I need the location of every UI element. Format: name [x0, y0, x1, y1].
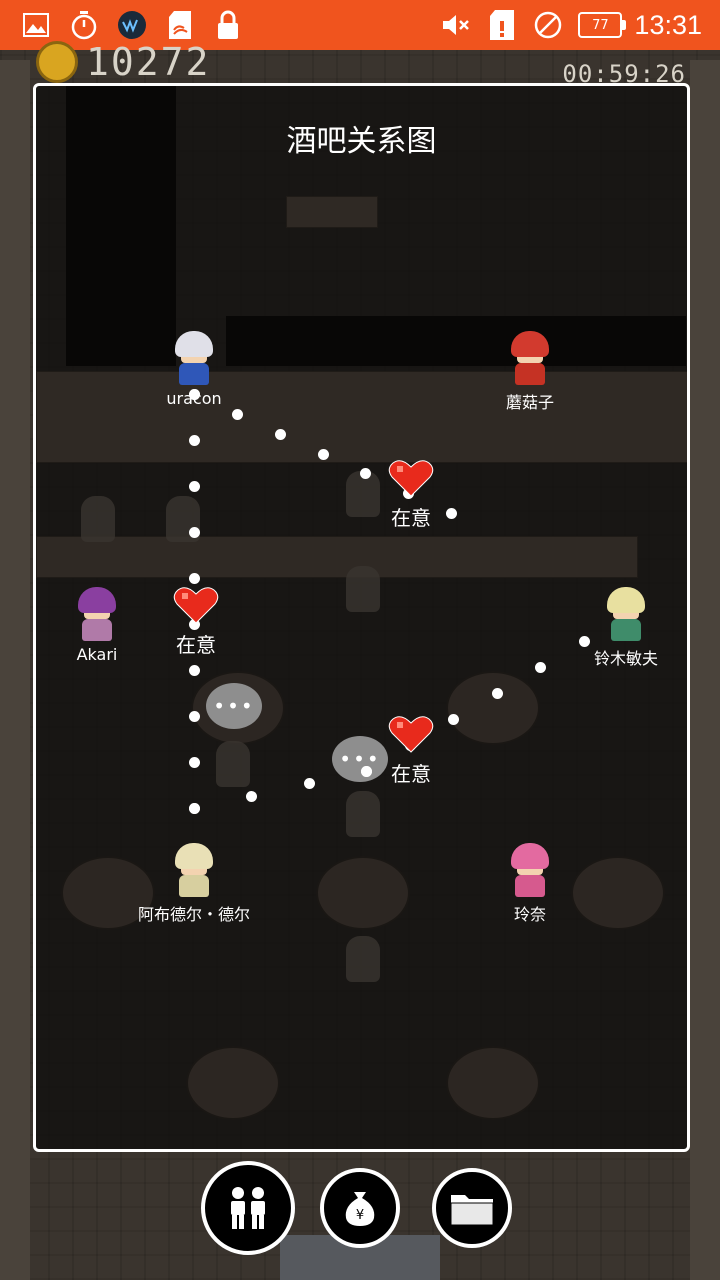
character-abdul[interactable]: 阿布德尔・德尔	[124, 843, 264, 925]
timer-icon	[68, 9, 100, 41]
relation-dot	[274, 428, 286, 440]
no-signal-icon	[532, 9, 564, 41]
character-akari[interactable]: Akari	[36, 587, 167, 664]
svg-text:¥: ¥	[356, 1208, 364, 1223]
npc-figure	[346, 566, 380, 612]
character-name: 铃木敏夫	[593, 649, 658, 668]
character-uracon[interactable]: uracon	[124, 331, 264, 408]
relation-dot	[189, 803, 200, 814]
mute-icon	[440, 9, 472, 41]
character-mogu[interactable]: 蘑菇子	[460, 331, 600, 413]
character-name: uracon	[166, 389, 222, 408]
relation-label: 在意	[391, 506, 431, 530]
right-wall	[690, 60, 720, 1280]
sim-alert-icon	[486, 9, 518, 41]
round-table	[186, 1046, 280, 1120]
money-bag-icon: ¥	[345, 1192, 375, 1226]
relation-dot	[231, 408, 243, 420]
character-sprite	[507, 331, 553, 387]
relation-dot	[189, 711, 200, 722]
heart-icon	[388, 460, 434, 497]
gold-value: 10272	[86, 40, 211, 84]
character-name: Akari	[76, 645, 118, 664]
battery-icon: 77	[578, 12, 627, 38]
battery-level: 77	[592, 17, 609, 33]
character-sprite	[171, 843, 217, 899]
clock: 13:31	[634, 9, 702, 40]
bar-counter	[36, 536, 638, 578]
lock-icon	[212, 9, 244, 41]
character-suzuki[interactable]: 铃木敏夫	[556, 587, 687, 669]
left-wall	[0, 60, 30, 1280]
relationship-panel: ••• ••• 酒吧关系图 在意 在意 在意 uracon 蘑菇子 Akari …	[33, 83, 690, 1152]
relation-dot	[189, 665, 200, 676]
coin-icon	[36, 41, 78, 83]
character-name: 阿布德尔・德尔	[137, 905, 250, 924]
relation-dot	[491, 688, 503, 699]
relation-dot	[189, 757, 200, 768]
round-table	[446, 671, 540, 745]
relation-dot	[189, 527, 200, 538]
relation-label: 在意	[391, 762, 431, 786]
gold-counter: 10272	[36, 40, 210, 84]
relation-label: 在意	[176, 633, 216, 657]
relation-dot	[535, 662, 547, 673]
relationship-button[interactable]	[201, 1161, 295, 1255]
money-bag-button[interactable]: ¥	[320, 1168, 400, 1248]
character-sprite	[74, 587, 120, 643]
relation-dot	[317, 448, 329, 460]
relation-heart: 在意	[156, 585, 236, 658]
character-sprite	[507, 843, 553, 899]
heart-icon	[173, 587, 219, 624]
character-reina[interactable]: 玲奈	[460, 843, 600, 925]
character-name: 蘑菇子	[505, 393, 554, 412]
npc-figure	[346, 936, 380, 982]
npc-figure	[346, 791, 380, 837]
relation-dot	[189, 573, 200, 584]
relation-dot	[189, 481, 200, 492]
dark-room	[226, 316, 686, 366]
app-icon	[116, 9, 148, 41]
character-name: 玲奈	[513, 905, 546, 924]
relation-dot	[246, 790, 258, 802]
character-sprite	[603, 587, 649, 643]
heart-icon	[388, 716, 434, 753]
round-table	[316, 856, 410, 930]
npc-figure	[216, 741, 250, 787]
people-icon	[231, 1187, 265, 1229]
round-table	[446, 1046, 540, 1120]
npc-figure	[81, 496, 115, 542]
relation-heart: 在意	[371, 458, 451, 531]
relation-dot	[189, 435, 200, 446]
image-icon	[20, 9, 52, 41]
sd-card-icon	[164, 9, 196, 41]
relation-dot	[303, 778, 315, 790]
character-sprite	[171, 331, 217, 387]
folder-button[interactable]	[432, 1168, 512, 1248]
chat-bubble-icon: •••	[206, 683, 262, 729]
panel-title: 酒吧关系图	[286, 124, 437, 159]
shelf-table	[286, 196, 378, 228]
relation-heart: 在意	[371, 714, 451, 787]
folder-icon	[450, 1195, 494, 1226]
